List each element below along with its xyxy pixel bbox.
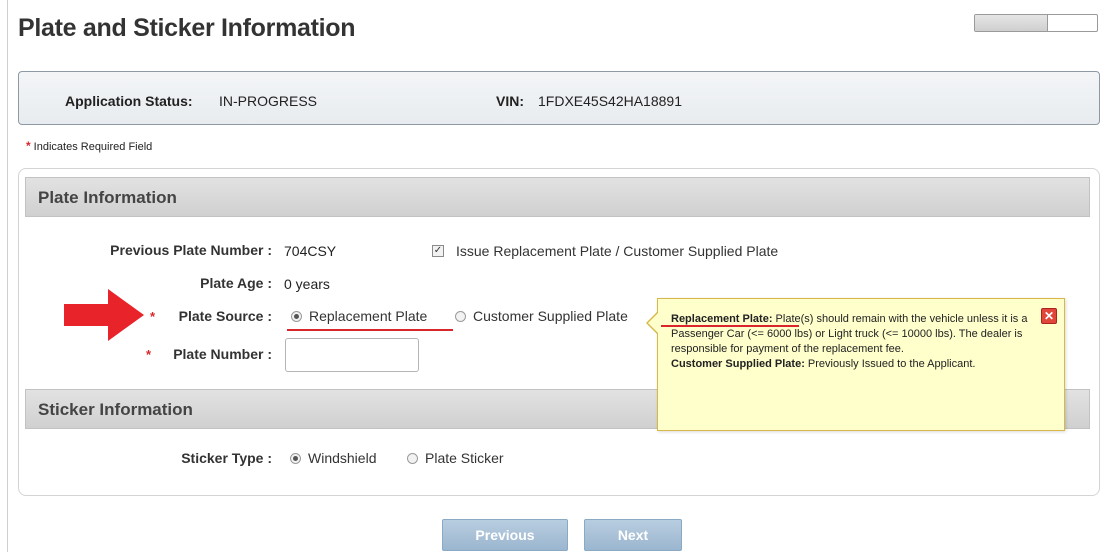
plate-number-input[interactable] — [285, 338, 419, 372]
windshield-radio-label[interactable]: Windshield — [308, 450, 376, 466]
replacement-plate-radio-label[interactable]: Replacement Plate — [309, 308, 427, 324]
application-status-value: IN-PROGRESS — [219, 93, 318, 109]
plate-information-header: Plate Information — [25, 177, 1090, 217]
tooltip-text-customer-supplied-plate: Previously Issued to the Applicant. — [804, 358, 976, 370]
required-star-icon: * — [26, 139, 31, 153]
plate-sticker-radio[interactable] — [407, 453, 418, 464]
progress-bar — [974, 14, 1098, 32]
progress-bar-fill — [975, 15, 1049, 31]
tooltip-term-customer-supplied-plate: Customer Supplied Plate: — [671, 358, 805, 370]
plate-number-label: Plate Number : — [173, 346, 272, 362]
vin-value: 1FDXE45S42HA18891 — [538, 93, 682, 109]
replacement-plate-radio[interactable] — [291, 311, 302, 322]
issue-replacement-plate-label[interactable]: Issue Replacement Plate / Customer Suppl… — [456, 243, 778, 259]
plate-source-label: Plate Source : — [178, 308, 272, 324]
previous-button[interactable]: Previous — [442, 519, 568, 551]
sticker-type-label: Sticker Type : — [181, 450, 272, 466]
next-button[interactable]: Next — [584, 519, 682, 551]
windshield-radio[interactable] — [290, 453, 301, 464]
required-field-note: * Indicates Required Field — [26, 139, 152, 153]
required-field-note-text: Indicates Required Field — [33, 141, 153, 153]
previous-plate-number-value: 704CSY — [284, 243, 337, 259]
plate-source-help-tooltip: Replacement Plate: Plate(s) should remai… — [657, 298, 1065, 431]
tooltip-term-underline — [661, 325, 799, 327]
tooltip-pointer-fill — [648, 313, 658, 333]
customer-supplied-plate-radio[interactable] — [455, 311, 466, 322]
page-left-border — [0, 0, 8, 552]
issue-replacement-plate-checkbox[interactable]: ✓ — [432, 245, 444, 257]
application-status-panel: Application Status: IN-PROGRESS VIN: 1FD… — [18, 71, 1100, 125]
tooltip-term-replacement-plate: Replacement Plate: — [671, 313, 773, 325]
customer-supplied-plate-radio-label[interactable]: Customer Supplied Plate — [473, 308, 628, 324]
close-icon[interactable]: ✕ — [1041, 308, 1057, 324]
page-title: Plate and Sticker Information — [18, 14, 356, 42]
plate-age-value: 0 years — [284, 276, 330, 292]
previous-plate-number-label: Previous Plate Number : — [110, 242, 272, 258]
replacement-plate-underline — [287, 329, 453, 331]
plate-sticker-radio-label[interactable]: Plate Sticker — [425, 450, 504, 466]
vin-label: VIN: — [496, 93, 524, 109]
application-status-label: Application Status: — [65, 93, 193, 109]
